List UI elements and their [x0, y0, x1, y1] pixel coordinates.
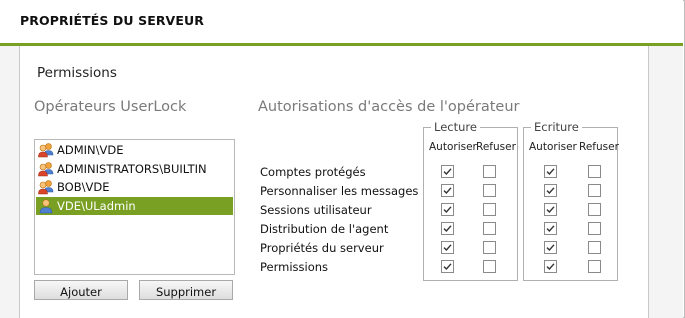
- permission-label: Propriétés du serveur: [260, 241, 384, 255]
- operators-list[interactable]: ADMIN\VDE ADMINISTRATORS\BUILTIN BOB\VDE VD…: [34, 139, 235, 275]
- permission-label: Sessions utilisateur: [260, 203, 372, 217]
- write-deny-column-header: Refuser: [579, 141, 619, 153]
- write-deny-checkbox[interactable]: [588, 260, 601, 273]
- write-deny-checkbox[interactable]: [588, 222, 601, 235]
- remove-operator-button[interactable]: Supprimer: [139, 280, 233, 300]
- write-allow-checkbox[interactable]: [544, 203, 557, 216]
- read-allow-checkbox[interactable]: [441, 241, 454, 254]
- operator-list-item[interactable]: BOB\VDE: [36, 178, 233, 196]
- user-group-icon: [38, 179, 54, 195]
- operator-list-item[interactable]: ADMIN\VDE: [36, 141, 233, 159]
- write-allow-checkbox[interactable]: [544, 165, 557, 178]
- header-bar: PROPRIÉTÉS DU SERVEUR: [0, 0, 683, 46]
- write-deny-checkbox[interactable]: [588, 203, 601, 216]
- user-icon: [38, 198, 54, 214]
- write-allow-checkbox[interactable]: [544, 184, 557, 197]
- user-group-icon: [38, 142, 54, 158]
- read-allow-checkbox[interactable]: [441, 184, 454, 197]
- read-allow-column-header: Autoriser: [429, 141, 477, 153]
- operator-label: ADMINISTRATORS\BUILTIN: [57, 161, 207, 176]
- operator-list-item[interactable]: VDE\ULadmin: [36, 196, 233, 215]
- write-deny-checkbox[interactable]: [588, 241, 601, 254]
- operators-section-title: Opérateurs UserLock: [34, 99, 187, 115]
- read-deny-checkbox[interactable]: [483, 203, 496, 216]
- operator-list-item[interactable]: ADMINISTRATORS\BUILTIN: [36, 160, 233, 178]
- user-group-icon: [38, 161, 54, 177]
- write-allow-checkbox[interactable]: [544, 260, 557, 273]
- operator-label: BOB\VDE: [57, 180, 110, 194]
- write-group-legend: Ecriture: [531, 121, 582, 133]
- read-group-legend: Lecture: [431, 121, 480, 133]
- read-allow-checkbox[interactable]: [441, 203, 454, 216]
- permission-label: Distribution de l'agent: [260, 222, 389, 236]
- write-deny-checkbox[interactable]: [588, 165, 601, 178]
- write-deny-checkbox[interactable]: [588, 184, 601, 197]
- write-allow-checkbox[interactable]: [544, 241, 557, 254]
- read-deny-checkbox[interactable]: [483, 241, 496, 254]
- read-allow-checkbox[interactable]: [441, 222, 454, 235]
- panel-margin-right: [648, 46, 683, 318]
- permission-label: Comptes protégés: [260, 165, 366, 179]
- write-allow-column-header: Autoriser: [529, 141, 577, 153]
- permission-label: Personnaliser les messages: [260, 184, 419, 198]
- operator-label: ADMIN\VDE: [57, 143, 124, 157]
- authorizations-section-title: Autorisations d'accès de l'opérateur: [258, 99, 520, 115]
- read-allow-checkbox[interactable]: [441, 165, 454, 178]
- read-deny-checkbox[interactable]: [483, 222, 496, 235]
- add-operator-button[interactable]: Ajouter: [34, 280, 128, 300]
- read-deny-checkbox[interactable]: [483, 260, 496, 273]
- write-allow-checkbox[interactable]: [544, 222, 557, 235]
- panel-margin-left: [0, 46, 19, 318]
- read-allow-checkbox[interactable]: [441, 260, 454, 273]
- page-title: PROPRIÉTÉS DU SERVEUR: [20, 13, 204, 28]
- panel-title: Permissions: [37, 65, 117, 81]
- read-deny-checkbox[interactable]: [483, 184, 496, 197]
- permission-label: Permissions: [260, 260, 329, 274]
- read-deny-column-header: Refuser: [476, 141, 516, 153]
- operator-label: VDE\ULadmin: [57, 198, 136, 213]
- read-deny-checkbox[interactable]: [483, 165, 496, 178]
